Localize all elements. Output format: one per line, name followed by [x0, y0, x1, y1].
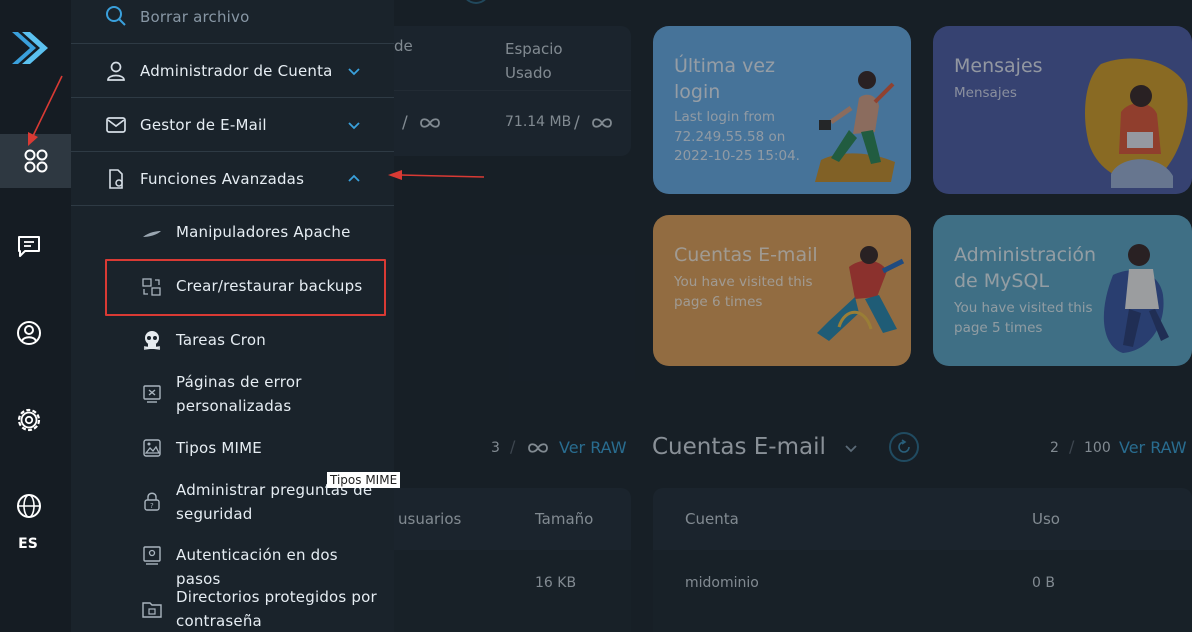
language-button[interactable]: [0, 479, 64, 533]
dim-overlay: [394, 0, 1192, 632]
account-button[interactable]: [0, 306, 64, 360]
chevron-down-icon: [348, 68, 360, 76]
logo-icon[interactable]: [8, 26, 48, 70]
settings-button[interactable]: [0, 393, 64, 447]
menu-item-advanced-features[interactable]: Funciones Avanzadas: [71, 152, 394, 206]
menu-item-account-manager[interactable]: Administrador de Cuenta: [71, 44, 394, 98]
chevron-up-icon: [348, 174, 360, 182]
chevron-down-icon: [348, 122, 360, 130]
submenu-item-label: Tareas Cron: [176, 331, 266, 349]
user-icon: [107, 61, 125, 81]
submenu-item-protected-directories[interactable]: Directorios protegidos por contraseña: [71, 585, 394, 632]
menu-item-label: Funciones Avanzadas: [140, 170, 305, 188]
icon-rail: ES: [0, 0, 71, 632]
grid-icon: [24, 149, 47, 173]
user-circle-icon: [16, 321, 41, 345]
menu-item-label: Gestor de E-Mail: [140, 116, 267, 134]
submenu-item-label: Directorios protegidos por contraseña: [176, 588, 377, 630]
image-icon: [143, 439, 161, 457]
gear-icon: [17, 408, 40, 432]
skull-icon: [143, 331, 161, 350]
menu-item-label: Borrar archivo: [140, 8, 250, 26]
search-icon: [106, 6, 126, 26]
tooltip: Tipos MIME: [327, 472, 401, 488]
settings-file-icon: [109, 169, 123, 189]
submenu-item-error-pages[interactable]: Páginas de error personalizadas: [71, 370, 394, 420]
lock-icon: ?: [144, 492, 160, 511]
submenu-item-two-factor[interactable]: Autenticación en dos pasos: [71, 543, 394, 588]
submenu-item-mime-types[interactable]: Tipos MIME: [71, 436, 394, 462]
mail-icon: [106, 117, 126, 133]
submenu-item-label: Manipuladores Apache: [176, 223, 351, 241]
submenu-item-label: Páginas de error personalizadas: [176, 373, 302, 415]
language-label[interactable]: ES: [0, 536, 56, 552]
two-factor-icon: [143, 546, 161, 565]
submenu-item-apache-handlers[interactable]: Manipuladores Apache: [71, 220, 394, 246]
messages-button[interactable]: [0, 219, 64, 273]
menu-item-email-manager[interactable]: Gestor de E-Mail: [71, 98, 394, 152]
annotation-highlight-box: [105, 259, 386, 316]
locked-folder-icon: [142, 602, 162, 618]
divider: [71, 205, 394, 206]
svg-text:?: ?: [150, 502, 154, 510]
submenu-item-label: Autenticación en dos pasos: [176, 546, 338, 588]
navigation-menu: Borrar archivo Administrador de Cuenta G…: [71, 0, 394, 632]
submenu-item-label: Tipos MIME: [176, 439, 262, 457]
error-page-icon: [143, 385, 161, 403]
apps-button[interactable]: [0, 134, 71, 188]
globe-icon: [16, 494, 41, 518]
menu-item-label: Administrador de Cuenta: [140, 62, 333, 80]
submenu-item-cron-jobs[interactable]: Tareas Cron: [71, 328, 394, 354]
feather-icon: [143, 231, 161, 237]
chat-icon: [17, 236, 40, 257]
menu-item-delete-file[interactable]: Borrar archivo: [71, 0, 394, 44]
